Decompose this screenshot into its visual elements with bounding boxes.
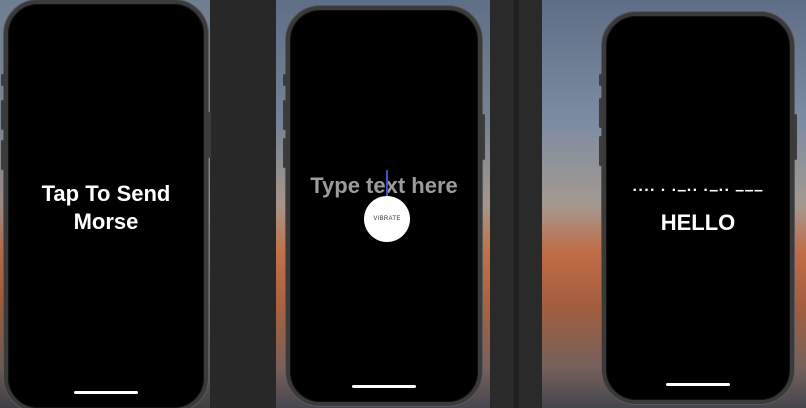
side-button	[1, 74, 4, 86]
home-indicator	[666, 383, 730, 386]
side-button	[1, 140, 4, 170]
side-button	[599, 98, 602, 128]
side-button	[1, 100, 4, 130]
screenshot-stage: Tap To Send Morse Type text here VIBRATE…	[0, 0, 806, 408]
side-button	[599, 74, 602, 86]
phone-screen-decoded: ···· · ·–·· ·–·· ––– HELLO	[599, 12, 797, 404]
phone-screen-tap-to-send[interactable]: Tap To Send Morse	[1, 0, 211, 408]
tap-to-send-label[interactable]: Tap To Send Morse	[8, 180, 204, 236]
home-indicator	[352, 385, 416, 388]
decoded-text: HELLO	[660, 210, 736, 235]
divider-2	[490, 0, 542, 408]
morse-code-output: ···· · ·–·· ·–·· –––	[632, 182, 764, 199]
home-indicator	[74, 391, 138, 394]
power-button	[482, 114, 485, 160]
power-button	[208, 112, 211, 158]
side-button	[283, 138, 286, 168]
divider-1	[210, 0, 276, 408]
vibrate-button[interactable]: VIBRATE	[364, 196, 410, 242]
side-button	[599, 136, 602, 166]
side-button	[283, 100, 286, 130]
power-button	[794, 114, 797, 160]
side-button	[283, 74, 286, 86]
phone-screen-type-text: Type text here VIBRATE	[283, 6, 485, 406]
